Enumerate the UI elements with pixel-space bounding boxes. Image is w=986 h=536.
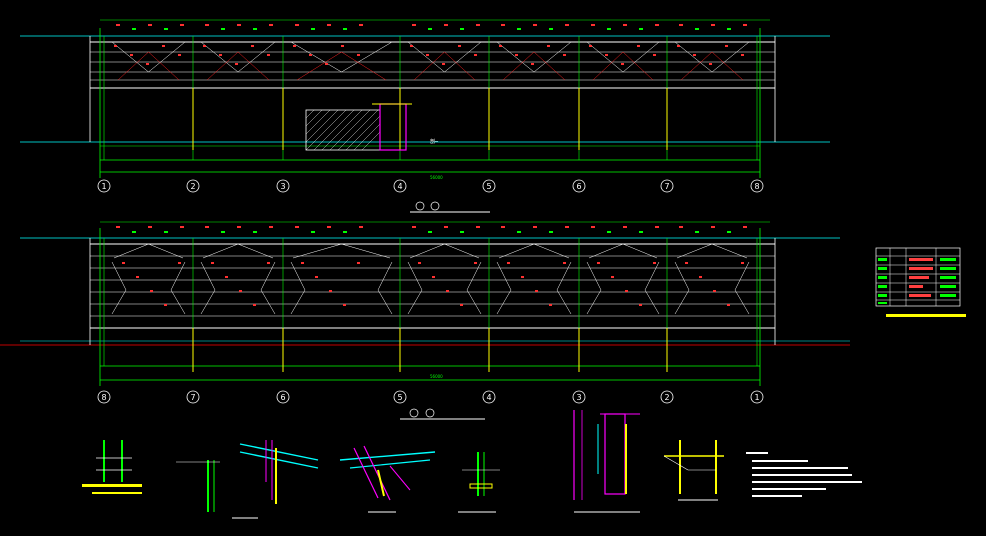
top-dim-total: 56000 [430, 175, 443, 180]
axis-label-top: 7 [664, 182, 669, 191]
axis-label-bottom: 5 [397, 393, 402, 402]
axis-label-bottom: 4 [486, 393, 491, 402]
axis-label-bottom: 1 [754, 393, 759, 402]
axis-label-bottom: 8 [101, 393, 106, 402]
svg-text:剖─: 剖─ [430, 138, 439, 145]
cad-drawing-canvas: 剖─ 1827364554637281 56000 56000 [0, 0, 986, 536]
axis-label-bottom: 6 [280, 393, 285, 402]
axis-label-top: 2 [190, 182, 195, 191]
axis-label-top: 8 [754, 182, 759, 191]
axis-label-top: 3 [280, 182, 285, 191]
axis-label-bottom: 3 [576, 393, 581, 402]
axis-label-top: 1 [101, 182, 106, 191]
axis-label-top: 6 [576, 182, 581, 191]
bottom-dim-total: 56000 [430, 374, 443, 379]
axis-label-bottom: 2 [664, 393, 669, 402]
axis-label-top: 4 [397, 182, 402, 191]
axis-label-bottom: 7 [190, 393, 195, 402]
axis-label-top: 5 [486, 182, 491, 191]
